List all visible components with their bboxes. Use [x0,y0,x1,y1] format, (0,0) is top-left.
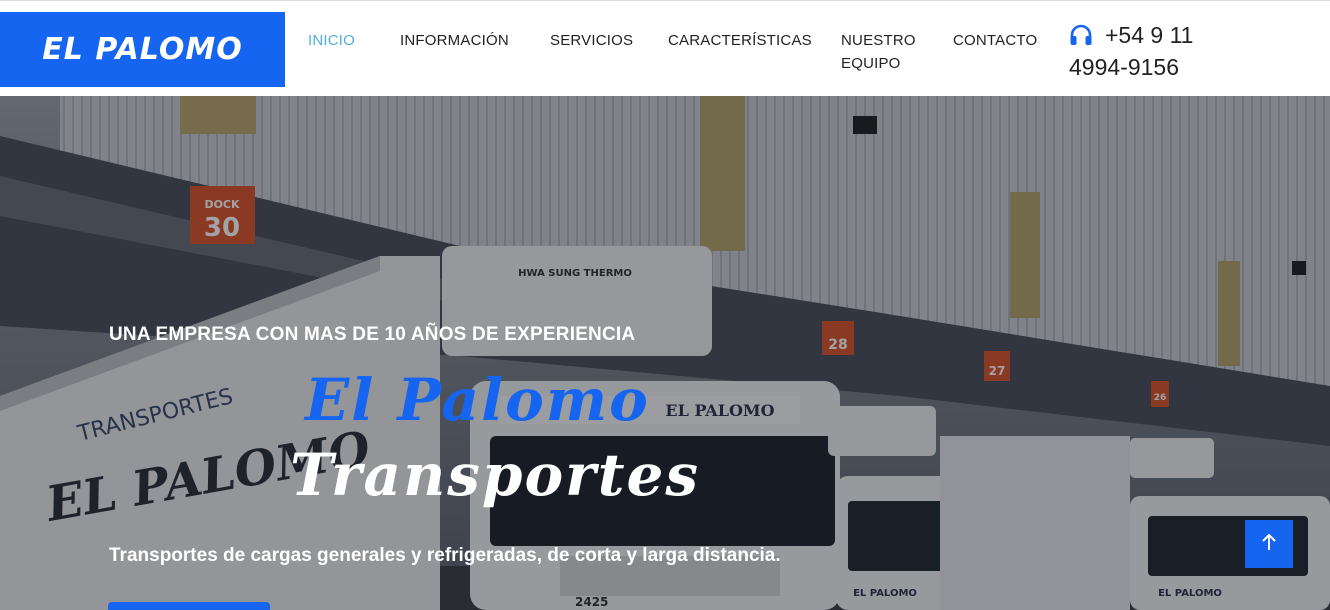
nav-item-caracteristicas[interactable]: CARACTERÍSTICAS [668,29,812,52]
nav-item-nuestro-equipo-line2: EQUIPO [841,55,901,72]
nav-item-nuestro-equipo-line1: NUESTRO [841,32,916,49]
nav-item-nuestro-equipo[interactable]: NUESTRO EQUIPO [841,29,916,75]
hero-overlay [0,96,1330,610]
hero-section: DOCK 30 28 27 26 HWA SUNG THERMO TRANSPO… [0,96,1330,610]
hero-subtitle: Transportes de cargas generales y refrig… [109,545,781,566]
site-header: EL PALOMO INICIO INFORMACIÓN SERVICIOS C… [0,0,1330,96]
nav-item-servicios[interactable]: SERVICIOS [550,29,633,52]
phone-number-line2: 4994-9156 [1069,54,1179,80]
nav-item-inicio[interactable]: INICIO [308,29,355,52]
nav-item-informacion[interactable]: INFORMACIÓN [400,29,509,52]
back-to-top-button[interactable] [1245,520,1293,568]
hero-eyebrow: UNA EMPRESA CON MAS DE 10 AÑOS DE EXPERI… [109,324,636,345]
hero-title-line2: Transportes [290,441,701,509]
hero-cta-button[interactable] [108,602,270,610]
phone-contact[interactable]: +54 9 11 4994-9156 [1069,21,1219,82]
hero-title-line1: El Palomo [305,366,650,434]
headset-icon [1069,24,1093,53]
nav-item-contacto[interactable]: CONTACTO [953,29,1037,52]
arrow-up-icon [1261,532,1277,557]
phone-number-line1: +54 9 11 [1105,22,1194,48]
logo-text: EL PALOMO [42,32,243,67]
logo[interactable]: EL PALOMO [0,12,285,87]
